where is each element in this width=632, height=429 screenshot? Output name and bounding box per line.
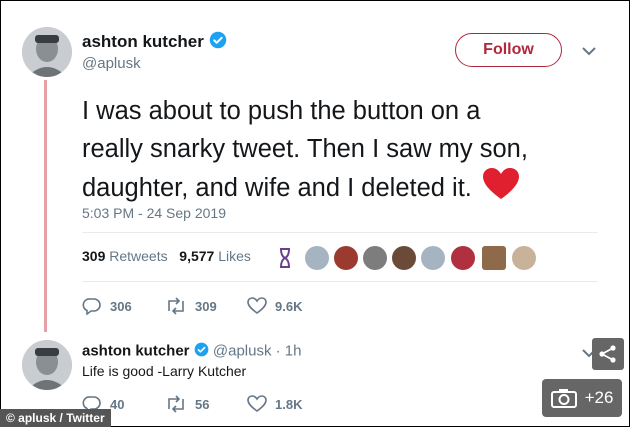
tweet-text-line-1: I was about to push the button on a [82,97,481,125]
liker-avatar[interactable] [334,246,358,270]
reply-like-count: 1.8K [275,396,303,412]
liker-avatar[interactable] [421,246,445,270]
camera-icon [550,389,577,408]
divider-top [82,232,598,233]
gallery-button[interactable]: +26 [542,379,622,417]
author-avatar[interactable] [22,27,72,77]
reply-author-name[interactable]: ashton kutcher [82,342,190,359]
retweets-label: Retweets [109,248,168,264]
reply-author-handle[interactable]: @aplusk [213,342,272,359]
like-count: 9.6K [275,298,303,314]
reply-text: Life is good -Larry Kutcher [82,363,247,379]
chevron-down-icon[interactable] [581,44,597,62]
liker-avatar[interactable] [512,246,536,270]
divider-bottom [82,281,598,282]
likes-label: Likes [218,248,251,264]
reply-action[interactable]: 306 [82,297,132,315]
reply-time-ago[interactable]: · 1h [276,342,302,359]
gallery-count: +26 [584,388,614,407]
retweet-icon [168,395,184,413]
likes-count: 9,577 [179,248,215,264]
liker-avatar[interactable] [305,246,329,270]
liker-avatar[interactable] [392,246,416,270]
tweet-stats: 309 Retweets 9,577 Likes [82,248,251,264]
reply-retweet-count: 56 [195,396,210,412]
retweet-count: 309 [195,298,217,314]
tweet-timestamp[interactable]: 5:03 PM - 24 Sep 2019 [82,205,226,221]
share-button[interactable] [592,338,624,370]
verified-badge-icon [194,342,209,361]
tweet-text-line-3-text: daughter, and wife and I deleted it. [82,174,472,203]
reply-count: 306 [110,298,132,314]
retweet-icon [168,297,184,315]
thread-connector-line [44,80,47,332]
author-handle[interactable]: @aplusk [82,55,141,72]
liker-avatar[interactable] [482,246,506,270]
reply-icon [82,298,101,315]
like-icon [247,297,267,314]
author-name[interactable]: ashton kutcher [82,31,227,54]
tweet-text: I was about to push the button on a real… [82,92,582,211]
author-name-text[interactable]: ashton kutcher [82,32,204,51]
like-action[interactable]: 9.6K [247,297,302,315]
share-icon [599,345,616,363]
likes-stat[interactable]: 9,577 Likes [179,248,251,264]
image-credit: © aplusk / Twitter [0,409,111,427]
liker-avatar[interactable] [451,246,475,270]
follow-button[interactable]: Follow [455,33,562,67]
retweets-count: 309 [82,248,106,264]
reply-retweet-action[interactable]: 56 [165,395,209,413]
reply-like-action[interactable]: 1.8K [247,395,302,413]
reply-header: ashton kutcher @aplusk · 1h [82,342,302,361]
verified-badge-icon [209,31,227,54]
retweets-stat[interactable]: 309 Retweets [82,248,168,264]
reply-author-avatar[interactable] [22,340,72,390]
reply-reply-count: 40 [110,396,125,412]
liker-avatar[interactable] [363,246,387,270]
tweet-text-line-2: really snarky tweet. Then I saw my son, [82,135,528,163]
heart-emoji-icon [482,168,519,211]
like-icon [247,395,267,412]
retweet-action[interactable]: 309 [165,297,217,315]
hourglass-emoji-icon [279,248,291,273]
